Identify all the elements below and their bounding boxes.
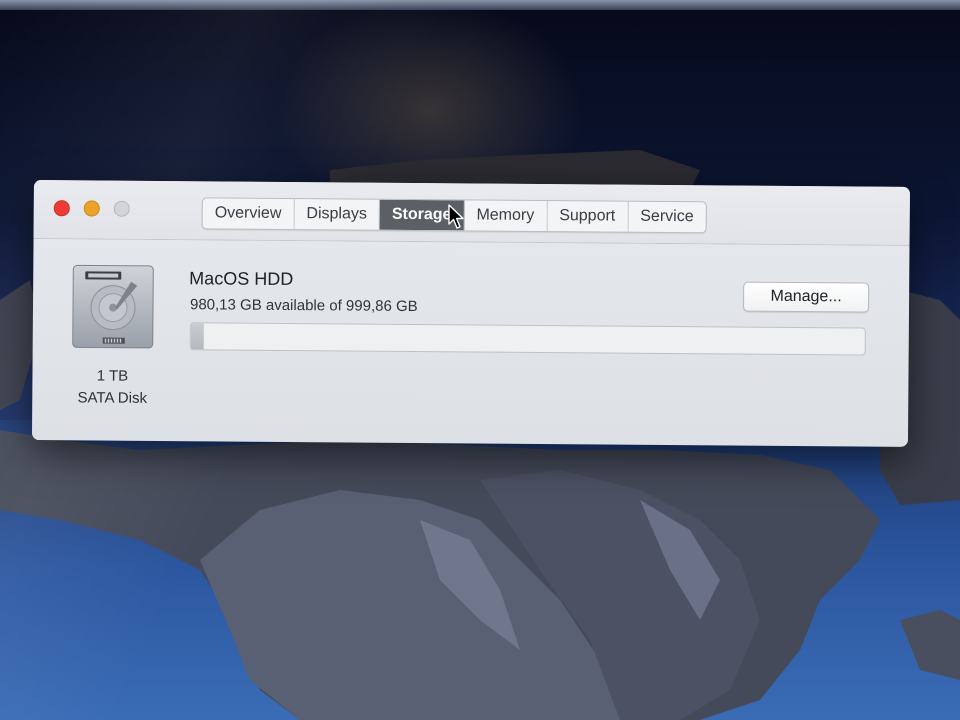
tab-support[interactable]: Support (547, 201, 629, 232)
manage-button[interactable]: Manage... (742, 281, 870, 313)
arrow-pointer-icon (448, 204, 464, 229)
hard-drive-icon (72, 264, 154, 349)
tab-memory[interactable]: Memory (464, 200, 548, 232)
volume-availability: 980,13 GB available of 999,86 GB (189, 296, 418, 316)
storage-usage-bar (189, 322, 866, 356)
zoom-button (113, 200, 130, 217)
volume-name: MacOS HDD (189, 268, 294, 290)
tab-overview[interactable]: Overview (202, 198, 295, 230)
storage-panel: 1 TB SATA Disk MacOS HDD 980,13 GB avail… (32, 239, 910, 447)
tab-service[interactable]: Service (628, 202, 706, 233)
tab-displays[interactable]: Displays (294, 199, 381, 230)
minimize-button[interactable] (83, 200, 100, 217)
disk-size-label: 1 TB (96, 367, 129, 385)
disk-type-label: SATA Disk (77, 389, 148, 407)
close-button[interactable] (53, 200, 70, 217)
storage-usage-fill (190, 323, 205, 350)
window-titlebar: Overview Displays Storage Memory Support… (33, 180, 910, 246)
about-this-mac-window: Overview Displays Storage Memory Support… (31, 180, 910, 447)
